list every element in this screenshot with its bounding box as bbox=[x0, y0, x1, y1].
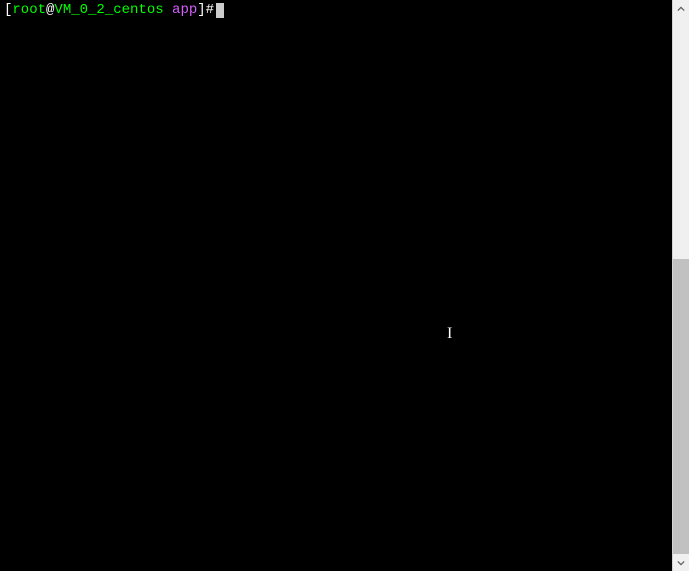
terminal-area[interactable]: [root@VM_0_2_centos app]# I bbox=[0, 0, 672, 571]
vertical-scrollbar[interactable] bbox=[672, 0, 689, 571]
terminal-cursor bbox=[216, 3, 224, 18]
scroll-down-button[interactable] bbox=[673, 554, 689, 571]
scroll-thumb[interactable] bbox=[673, 259, 689, 554]
prompt-symbol: # bbox=[206, 2, 214, 18]
prompt-user: root bbox=[12, 2, 46, 18]
bracket-close: ] bbox=[197, 2, 205, 18]
prompt-space bbox=[164, 2, 172, 18]
chevron-down-icon bbox=[677, 559, 685, 567]
scroll-up-button[interactable] bbox=[673, 0, 689, 17]
chevron-up-icon bbox=[677, 5, 685, 13]
scroll-track[interactable] bbox=[673, 17, 689, 554]
prompt-host: VM_0_2_centos bbox=[54, 2, 163, 18]
prompt-line: [root@VM_0_2_centos app]# bbox=[4, 2, 668, 19]
text-cursor-icon: I bbox=[447, 325, 452, 343]
prompt-dir: app bbox=[172, 2, 197, 18]
